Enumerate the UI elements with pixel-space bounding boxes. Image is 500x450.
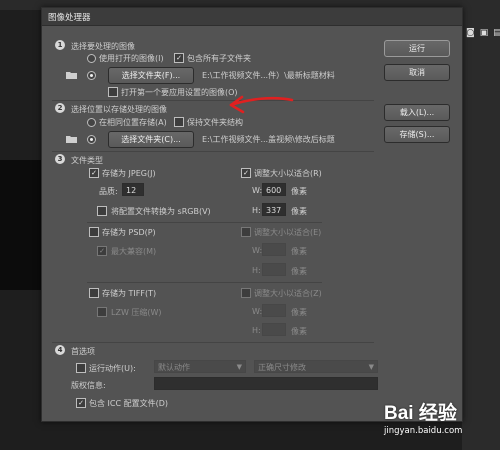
action-set-value: 默认动作: [158, 363, 190, 372]
quality-label: 品质:: [99, 187, 118, 196]
image-processor-dialog: 图像处理器 运行 取消 载入(L)... 存储(S)... 1 选择要处理的图像…: [41, 7, 463, 422]
tiff-h-unit: 像素: [291, 327, 307, 336]
maximize-compat-checkbox[interactable]: ✓: [97, 246, 107, 256]
run-action-checkbox[interactable]: [76, 363, 86, 373]
use-open-images-radio[interactable]: [87, 54, 96, 63]
same-location-radio[interactable]: [87, 118, 96, 127]
watermark-url: jingyan.baidu.com: [384, 426, 463, 436]
action-select[interactable]: 正确尺寸修改 ▼: [254, 360, 378, 373]
maximize-compat-label[interactable]: 最大兼容(M): [111, 246, 156, 257]
keep-structure-label[interactable]: 保持文件夹结构: [187, 117, 243, 128]
quality-input[interactable]: 12: [122, 183, 144, 196]
save-tiff-checkbox[interactable]: [89, 288, 99, 298]
psd-h-label: H:: [252, 266, 261, 275]
separator-jpeg: [87, 222, 322, 223]
save-jpeg-label[interactable]: 存储为 JPEG(J): [102, 168, 156, 179]
tiff-resize-label[interactable]: 调整大小以适合(Z): [254, 288, 322, 299]
convert-srgb-checkbox[interactable]: [97, 206, 107, 216]
jpeg-w-label: W:: [252, 186, 263, 195]
watermark-logo: Bai 经验: [384, 403, 457, 424]
select-dest-folder-radio[interactable]: [87, 135, 96, 144]
tiff-resize-checkbox[interactable]: [241, 288, 251, 298]
include-subfolders-checkbox[interactable]: ✓: [174, 53, 184, 63]
save-tiff-label[interactable]: 存储为 TIFF(T): [102, 288, 156, 299]
select-folder-radio[interactable]: [87, 71, 96, 80]
save-button[interactable]: 存储(S)...: [384, 126, 450, 143]
dest-path: E:\工作视频文件...盖视频\修改后标题: [202, 135, 335, 144]
open-first-image-label[interactable]: 打开第一个要应用设置的图像(O): [121, 87, 238, 98]
run-button[interactable]: 运行: [384, 40, 450, 57]
section2-number: 2: [55, 103, 65, 113]
tiff-h-label: H:: [252, 326, 261, 335]
tiff-w-label: W:: [252, 307, 263, 316]
copyright-label: 版权信息:: [71, 381, 106, 390]
save-psd-label[interactable]: 存储为 PSD(P): [102, 227, 156, 238]
section2-title: 选择位置以存储处理的图像: [71, 105, 167, 114]
separator-1: [52, 100, 374, 101]
panel-icons: ◙ ▣ ▤: [466, 28, 500, 42]
section1-title: 选择要处理的图像: [71, 42, 135, 51]
include-icc-checkbox[interactable]: ✓: [76, 398, 86, 408]
keep-structure-checkbox[interactable]: [174, 117, 184, 127]
tiff-height-input[interactable]: [262, 323, 286, 336]
trash-icon[interactable]: ▤: [493, 28, 500, 38]
use-open-images-label[interactable]: 使用打开的图像(I): [99, 53, 164, 64]
jpeg-width-input[interactable]: 600: [262, 183, 286, 196]
psd-width-input[interactable]: [262, 243, 286, 256]
load-button[interactable]: 载入(L)...: [384, 104, 450, 121]
canvas-area: [0, 160, 42, 290]
separator-psd: [87, 282, 322, 283]
psd-h-unit: 像素: [291, 267, 307, 276]
open-first-image-checkbox[interactable]: [108, 87, 118, 97]
lzw-checkbox[interactable]: [97, 307, 107, 317]
jpeg-w-unit: 像素: [291, 187, 307, 196]
add-icon[interactable]: ▣: [480, 28, 489, 38]
copyright-input[interactable]: [154, 377, 378, 390]
convert-srgb-label[interactable]: 将配置文件转换为 sRGB(V): [111, 206, 211, 217]
psd-w-unit: 像素: [291, 247, 307, 256]
cancel-button[interactable]: 取消: [384, 64, 450, 81]
psd-resize-label[interactable]: 调整大小以适合(E): [254, 227, 321, 238]
psd-resize-checkbox[interactable]: [241, 227, 251, 237]
select-dest-folder-button[interactable]: 选择文件夹(C)...: [108, 131, 194, 148]
dialog-titlebar: 图像处理器: [42, 8, 462, 26]
tiff-width-input[interactable]: [262, 304, 286, 317]
jpeg-h-unit: 像素: [291, 207, 307, 216]
save-psd-checkbox[interactable]: [89, 227, 99, 237]
right-panel: [462, 0, 500, 450]
separator-3: [52, 342, 374, 343]
annotation-arrow: [229, 95, 294, 114]
separator-2: [52, 151, 374, 152]
lzw-label[interactable]: LZW 压缩(W): [111, 307, 162, 318]
section3-number: 3: [55, 154, 65, 164]
section4-title: 首选项: [71, 347, 95, 356]
psd-height-input[interactable]: [262, 263, 286, 276]
section1-number: 1: [55, 40, 65, 50]
folder-icon: [66, 72, 77, 79]
select-source-folder-button[interactable]: 选择文件夹(F)...: [108, 67, 194, 84]
jpeg-h-label: H:: [252, 206, 261, 215]
save-jpeg-checkbox[interactable]: ✓: [89, 168, 99, 178]
chevron-down-icon: ▼: [368, 363, 374, 371]
include-icc-label[interactable]: 包含 ICC 配置文件(D): [89, 398, 168, 409]
dialog-title: 图像处理器: [48, 13, 91, 23]
baidu-watermark: Bai 经验 jingyan.baidu.com: [380, 396, 500, 450]
jpeg-height-input[interactable]: 337: [262, 203, 286, 216]
section4-number: 4: [55, 345, 65, 355]
camera-icon[interactable]: ◙: [466, 28, 475, 38]
folder-icon: [66, 136, 77, 143]
tiff-w-unit: 像素: [291, 308, 307, 317]
chevron-down-icon: ▼: [236, 363, 242, 371]
section3-title: 文件类型: [71, 156, 103, 165]
source-path: E:\工作视频文件...件）\最新标题材料: [202, 71, 335, 80]
run-action-label[interactable]: 运行动作(U):: [89, 363, 136, 374]
include-subfolders-label[interactable]: 包含所有子文件夹: [187, 53, 251, 64]
psd-w-label: W:: [252, 246, 263, 255]
action-set-select[interactable]: 默认动作 ▼: [154, 360, 246, 373]
same-location-label[interactable]: 在相同位置存储(A): [99, 117, 167, 128]
jpeg-resize-label[interactable]: 调整大小以适合(R): [254, 168, 322, 179]
action-value: 正确尺寸修改: [258, 363, 306, 372]
jpeg-resize-checkbox[interactable]: ✓: [241, 168, 251, 178]
